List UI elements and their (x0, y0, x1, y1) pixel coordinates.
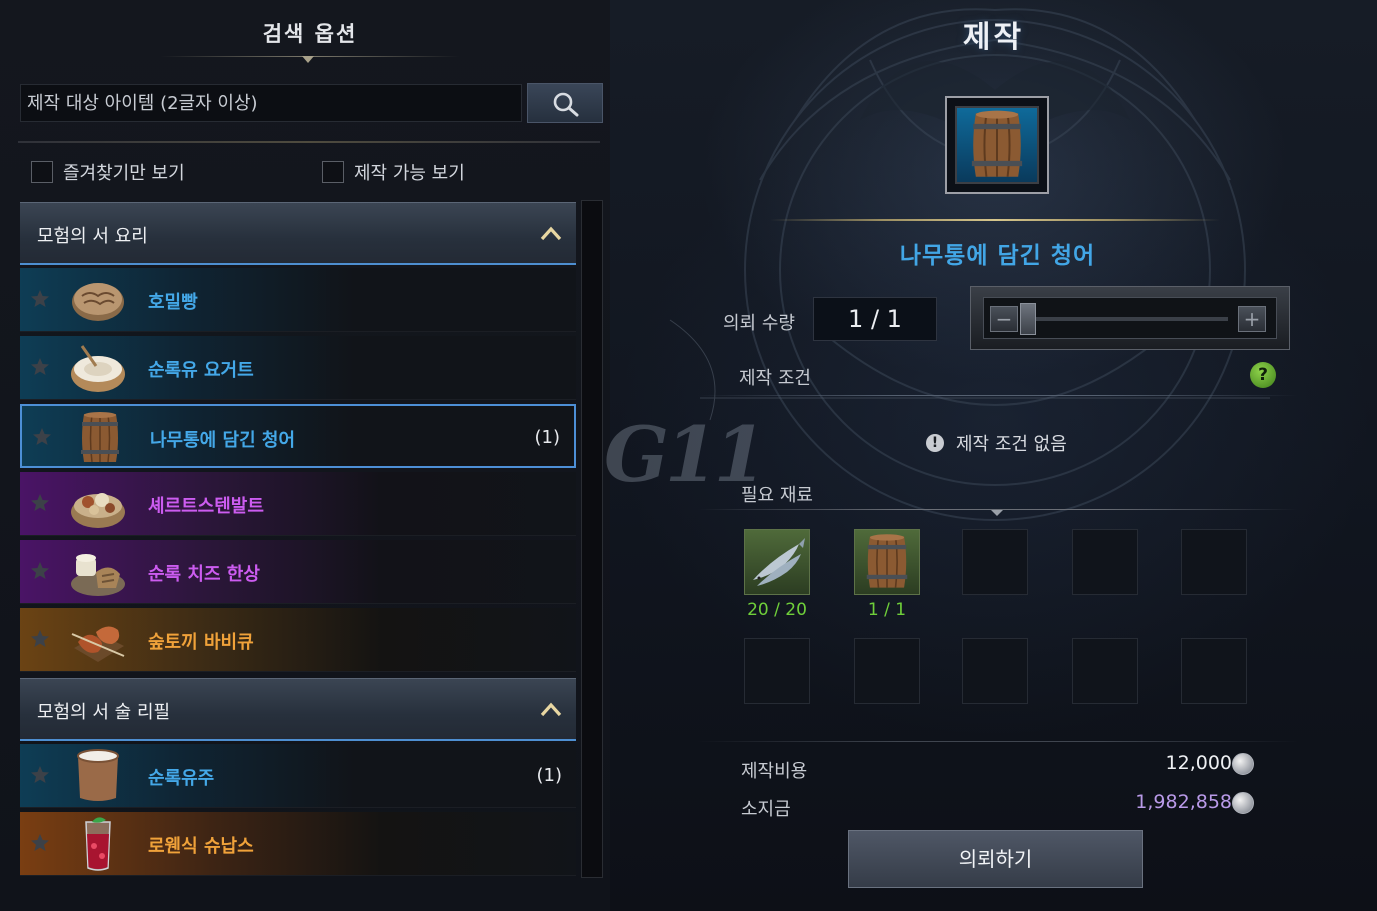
bread-icon (72, 283, 124, 321)
favorites-only-filter[interactable]: 즐겨찾기만 보기 (31, 158, 185, 186)
material-count-barrel: 1 / 1 (867, 600, 907, 620)
recipe-count: (1) (536, 765, 563, 786)
favorite-star-icon[interactable] (30, 561, 50, 581)
craftable-only-filter[interactable]: 제작 가능 보기 (322, 158, 465, 186)
cheese-platter-icon (71, 554, 125, 596)
owned-money-value: 1,982,858 (1135, 791, 1232, 813)
chevron-up-icon (540, 226, 562, 241)
recipe-name: 순록유 요거트 (148, 360, 254, 381)
help-icon[interactable]: ? (1250, 362, 1276, 388)
material-slot-empty (1181, 638, 1247, 704)
recipe-row-shertstenwalt[interactable]: 셰르트스텐발트 (20, 472, 576, 536)
material-slot-empty (1181, 529, 1247, 595)
slider-handle[interactable] (1020, 303, 1036, 335)
quantity-slider: − + (970, 286, 1290, 350)
barrel-icon (81, 412, 119, 463)
recipe-row-rowen-schnapps[interactable]: 로웬식 슈납스 (20, 812, 576, 876)
recipe-name: 셰르트스텐발트 (148, 496, 264, 517)
recipe-name: 순록 치즈 한상 (148, 564, 260, 585)
quantity-label: 의뢰 수량 (723, 313, 795, 334)
craft-cost-label: 제작비용 (741, 761, 808, 782)
material-slot-empty (962, 638, 1028, 704)
category-title: 모험의 서 술 리필 (37, 702, 171, 723)
material-slot-empty (962, 529, 1028, 595)
craft-cost-value: 12,000 (1165, 752, 1232, 774)
search-divider (18, 141, 600, 143)
search-panel: 검색 옵션 즐겨찾기만 보기 제작 가능 보기 모험의 서 요리 (0, 0, 610, 911)
recipe-name: 순록유주 (148, 768, 215, 789)
title-divider-tick (302, 56, 314, 63)
craft-title: 제작 (962, 20, 1025, 55)
material-slot-empty (1072, 529, 1138, 595)
quantity-slider-track-frame: − + (983, 297, 1277, 339)
favorite-star-icon[interactable] (32, 427, 52, 447)
silver-coin-icon (1232, 753, 1254, 775)
material-slot-herring[interactable] (744, 529, 810, 595)
material-slot-empty (854, 638, 920, 704)
craftable-only-label: 제작 가능 보기 (354, 163, 465, 184)
recipe-row-rabbit-barbecue[interactable]: 숲토끼 바비큐 (20, 608, 576, 672)
yogurt-bowl-icon (71, 345, 125, 392)
result-item-frame (955, 106, 1039, 184)
no-condition-text: 제작 조건 없음 (956, 434, 1067, 455)
slider-track[interactable] (1032, 317, 1228, 321)
recipe-row-reindeer-yogurt[interactable]: 순록유 요거트 (20, 336, 576, 400)
recipe-name: 숲토끼 바비큐 (148, 632, 254, 653)
material-count-herring: 20 / 20 (747, 600, 807, 620)
info-icon: ! (926, 434, 944, 452)
recipe-row-rye-bread[interactable]: 호밀빵 (20, 268, 576, 332)
favorite-star-icon[interactable] (30, 289, 50, 309)
increase-button[interactable]: + (1238, 306, 1266, 332)
recipe-list: 모험의 서 요리 호밀빵 순록유 요거트 나무통에 담긴 청어 (1) 셰르트스… (20, 200, 578, 880)
favorites-only-label: 즐겨찾기만 보기 (63, 163, 185, 184)
chevron-up-icon (540, 702, 562, 717)
recipe-name: 로웬식 슈납스 (148, 836, 254, 857)
favorite-star-icon[interactable] (30, 765, 50, 785)
magnifier-icon (553, 92, 579, 117)
milk-cup-icon (77, 749, 119, 801)
recipe-count: (1) (534, 427, 561, 448)
recipe-list-scrollbar[interactable] (581, 200, 603, 878)
barrel-icon (971, 110, 1023, 177)
herring-fish-icon (753, 538, 805, 586)
favorite-star-icon[interactable] (30, 493, 50, 513)
stew-bowl-icon (71, 493, 125, 528)
category-title: 모험의 서 요리 (37, 226, 148, 247)
no-condition-notice: ! 제작 조건 없음 (926, 430, 1067, 456)
cocktail-glass-icon (85, 817, 111, 871)
decrease-button[interactable]: − (990, 306, 1018, 332)
category-header-drink-refill[interactable]: 모험의 서 술 리필 (20, 678, 576, 741)
recipe-name: 나무통에 담긴 청어 (150, 430, 296, 451)
search-button[interactable] (527, 83, 603, 123)
favorite-star-icon[interactable] (30, 629, 50, 649)
favorites-only-checkbox[interactable] (31, 161, 53, 183)
category-header-cooking[interactable]: 모험의 서 요리 (20, 202, 576, 265)
barbecue-icon (71, 626, 125, 662)
quantity-value[interactable]: 1 / 1 (813, 297, 937, 341)
owned-money-label: 소지금 (741, 799, 791, 820)
craftable-only-checkbox[interactable] (322, 161, 344, 183)
selected-item-name: 나무통에 담긴 청어 (899, 243, 1096, 269)
search-input[interactable] (20, 84, 522, 122)
material-slot-empty (1072, 638, 1138, 704)
silver-coin-icon (1232, 792, 1254, 814)
result-item-slot (945, 96, 1049, 194)
cost-divider (698, 741, 1298, 742)
barrel-icon (866, 534, 908, 588)
favorite-star-icon[interactable] (30, 833, 50, 853)
recipe-row-barrel-herring[interactable]: 나무통에 담긴 청어 (1) (20, 404, 576, 468)
item-name-divider (770, 219, 1220, 221)
condition-divider (698, 395, 1298, 396)
search-panel-title: 검색 옵션 (262, 22, 358, 46)
material-slot-empty (744, 638, 810, 704)
recipe-row-reindeer-cheese-platter[interactable]: 순록 치즈 한상 (20, 540, 576, 604)
material-slot-barrel[interactable] (854, 529, 920, 595)
recipe-row-reindeer-milk-liquor[interactable]: 순록유주 (1) (20, 744, 576, 808)
materials-divider-tick (991, 510, 1003, 516)
favorite-star-icon[interactable] (30, 357, 50, 377)
condition-label: 제작 조건 (739, 368, 811, 389)
request-craft-button[interactable]: 의뢰하기 (848, 830, 1143, 888)
recipe-name: 호밀빵 (148, 292, 198, 313)
watermark-logo: G11 (604, 410, 767, 499)
